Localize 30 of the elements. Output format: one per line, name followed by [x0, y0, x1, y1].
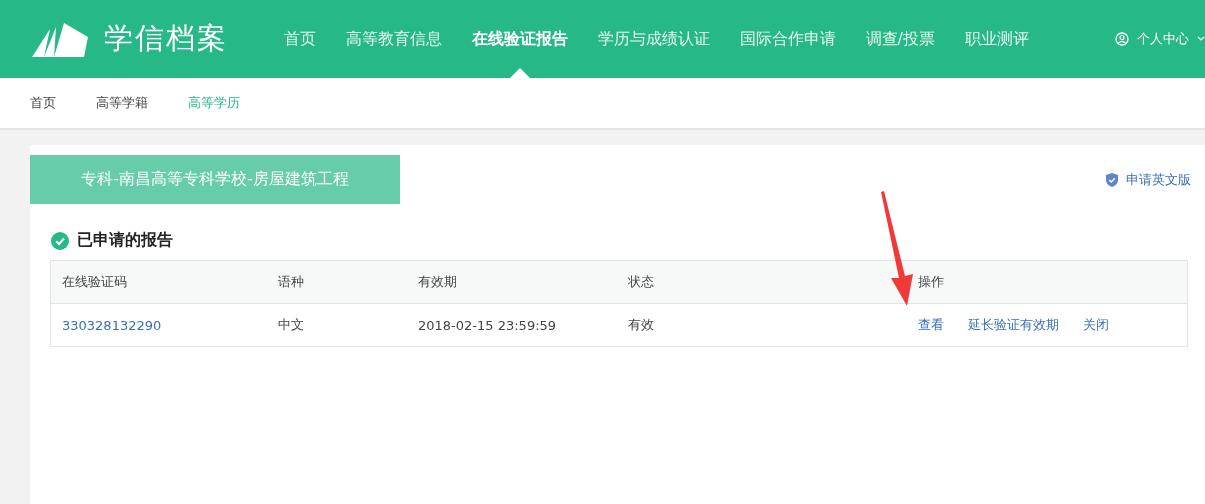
nav-tab[interactable]: 调查/投票 — [850, 0, 950, 78]
column-header: 语种 — [277, 273, 305, 291]
table-cell-text: 有效 — [627, 316, 655, 334]
table-cell-text: 中文 — [277, 316, 305, 334]
table-cell-text: 2018-02-15 23:59:59 — [417, 317, 558, 333]
action-link[interactable]: 延长验证有效期 — [968, 316, 1059, 334]
verification-code-link[interactable]: 330328132290 — [51, 317, 267, 333]
nav-tab[interactable]: 职业测评 — [950, 0, 1044, 78]
english-version-link[interactable]: 申请英文版 — [1106, 170, 1191, 189]
subnav-link[interactable]: 高等学历 — [188, 94, 240, 112]
nav-tab[interactable]: 国际合作申请 — [724, 0, 851, 78]
subnav-link[interactable]: 首页 — [30, 94, 56, 112]
shield-icon — [1106, 172, 1118, 187]
column-header: 状态 — [627, 273, 655, 291]
user-icon — [1115, 32, 1129, 46]
nav-tab[interactable]: 高等教育信息 — [330, 0, 457, 78]
record-tab[interactable]: 专科-南昌高等专科学校-房屋建筑工程 — [30, 155, 400, 204]
column-header: 有效期 — [417, 273, 458, 291]
section-title: 已申请的报告 — [77, 230, 173, 251]
logo-text: 学信档案 — [104, 20, 228, 57]
action-link[interactable]: 查看 — [918, 316, 944, 334]
column-header: 操作 — [917, 273, 945, 291]
user-menu[interactable]: 个人中心 — [1115, 30, 1205, 48]
nav-tab[interactable]: 首页 — [268, 0, 331, 78]
column-header: 在线验证码 — [61, 273, 128, 291]
subnav-link[interactable]: 高等学籍 — [96, 94, 148, 112]
action-link[interactable]: 关闭 — [1083, 316, 1109, 334]
caret-icon — [1197, 36, 1205, 42]
nav-tab[interactable]: 学历与成绩认证 — [582, 0, 725, 78]
check-circle-icon — [51, 231, 69, 250]
